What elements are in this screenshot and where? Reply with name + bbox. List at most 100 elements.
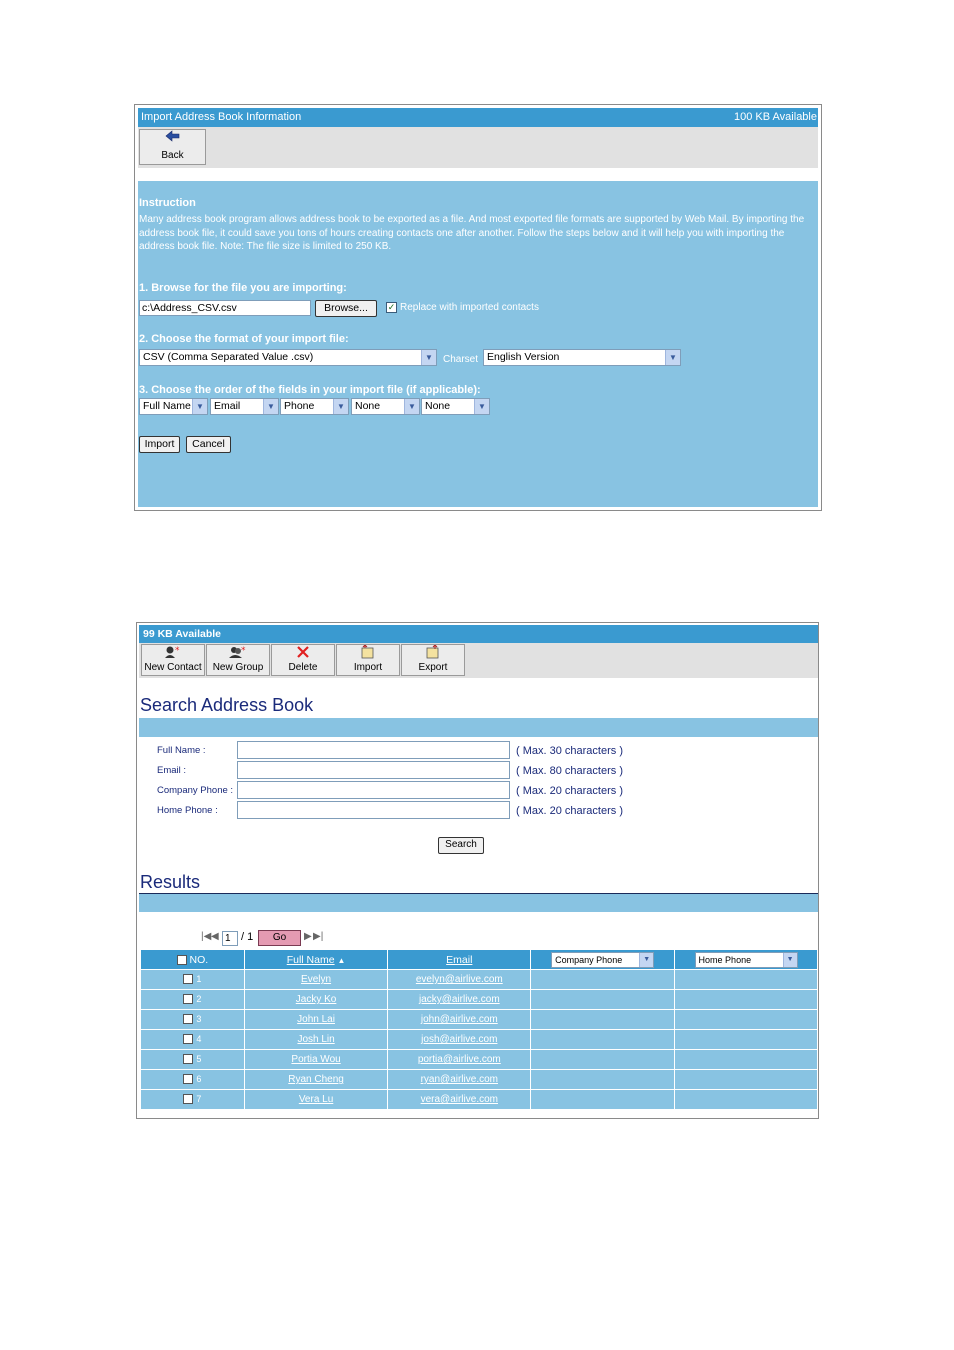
company-phone-cell <box>530 969 676 990</box>
field-order-select-3[interactable]: Phone ▼ <box>280 398 349 415</box>
new-contact-button[interactable]: * New Contact <box>141 644 205 676</box>
full-name-hint: ( Max. 30 characters ) <box>516 745 623 757</box>
format-select[interactable]: CSV (Comma Separated Value .csv) ▼ <box>139 349 437 366</box>
contact-name-link[interactable]: Portia Wou <box>291 1054 340 1065</box>
table-row: 7 Vera Lu vera@airlive.com <box>140 1089 818 1110</box>
search-bar-strip <box>139 718 818 737</box>
contact-email-link[interactable]: jacky@airlive.com <box>419 994 500 1005</box>
column-select-company-phone[interactable]: Company Phone ▼ <box>551 951 655 968</box>
company-phone-input[interactable] <box>237 781 510 799</box>
instruction-heading: Instruction <box>139 197 196 209</box>
column-select-value: Home Phone <box>698 954 752 965</box>
chevron-down-icon: ▼ <box>639 952 654 967</box>
page-total: / 1 <box>241 931 254 943</box>
new-group-button[interactable]: * New Group <box>206 644 270 676</box>
full-name-label: Full Name : <box>157 745 206 756</box>
new-group-label: New Group <box>212 662 264 673</box>
contact-name-link[interactable]: Josh Lin <box>297 1034 334 1045</box>
browse-button[interactable]: Browse... <box>315 300 377 317</box>
row-no-cell: 6 <box>140 1069 245 1090</box>
field-order-value: None <box>355 400 381 412</box>
import-header: Import Address Book Information 100 KB A… <box>138 108 818 127</box>
import-button[interactable]: Import <box>139 436 180 453</box>
row-checkbox[interactable] <box>183 994 194 1005</box>
table-row: 1 Evelyn evelyn@airlive.com <box>140 969 818 990</box>
field-order-select-2[interactable]: Email ▼ <box>210 398 279 415</box>
contact-email-link[interactable]: john@airlive.com <box>421 1014 498 1025</box>
svg-text:*: * <box>241 646 246 656</box>
contact-name-link[interactable]: Jacky Ko <box>296 994 337 1005</box>
home-phone-cell <box>674 1029 818 1050</box>
next-page-icon[interactable]: ▶ <box>304 931 312 942</box>
cancel-button[interactable]: Cancel <box>186 436 231 453</box>
charset-select[interactable]: English Version ▼ <box>483 349 681 366</box>
go-button[interactable]: Go <box>258 930 301 946</box>
row-checkbox[interactable] <box>183 1034 194 1045</box>
replace-checkbox[interactable]: ✓ <box>386 302 397 313</box>
select-all-checkbox[interactable] <box>176 954 187 965</box>
row-number: 4 <box>196 1034 202 1044</box>
row-number: 7 <box>196 1094 202 1104</box>
row-no-cell: 5 <box>140 1049 245 1070</box>
name-cell: Vera Lu <box>243 1089 389 1110</box>
table-row: 6 Ryan Cheng ryan@airlive.com <box>140 1069 818 1090</box>
sort-name-link[interactable]: Full Name <box>287 954 335 966</box>
home-phone-cell <box>674 989 818 1010</box>
contact-email-link[interactable]: vera@airlive.com <box>421 1094 498 1105</box>
file-path-input[interactable]: c:\Address_CSV.csv <box>139 300 311 316</box>
back-button[interactable]: Back <box>139 129 206 165</box>
email-hint: ( Max. 80 characters ) <box>516 765 623 777</box>
row-checkbox[interactable] <box>183 1074 194 1085</box>
email-cell: evelyn@airlive.com <box>387 969 532 990</box>
row-no-cell: 7 <box>140 1089 245 1110</box>
page-number-input[interactable]: 1 <box>222 931 238 946</box>
row-checkbox[interactable] <box>183 1054 194 1065</box>
charset-label: Charset <box>443 354 479 365</box>
row-no-cell: 2 <box>140 989 245 1010</box>
import-toolbar-button[interactable]: Import <box>336 644 400 676</box>
chevron-down-icon: ▼ <box>404 399 419 414</box>
delete-button[interactable]: Delete <box>271 644 335 676</box>
field-order-value: Full Name <box>143 400 191 412</box>
prev-page-icon[interactable]: ◀ <box>211 931 219 942</box>
contact-email-link[interactable]: josh@airlive.com <box>421 1034 497 1045</box>
contact-name-link[interactable]: Vera Lu <box>299 1094 333 1105</box>
first-page-icon[interactable]: |◀ <box>201 931 211 942</box>
col-email-header[interactable]: Email <box>387 949 532 970</box>
field-order-select-1[interactable]: Full Name ▼ <box>139 398 208 415</box>
email-cell: josh@airlive.com <box>387 1029 532 1050</box>
full-name-input[interactable] <box>237 741 510 759</box>
row-checkbox[interactable] <box>183 1014 194 1025</box>
home-phone-input[interactable] <box>237 801 510 819</box>
name-cell: Portia Wou <box>243 1049 389 1070</box>
import-toolbar: Back <box>138 127 818 168</box>
row-checkbox[interactable] <box>183 974 194 985</box>
contact-email-link[interactable]: portia@airlive.com <box>418 1054 501 1065</box>
search-button[interactable]: Search <box>438 837 484 854</box>
sort-email-link[interactable]: Email <box>446 954 472 966</box>
results-bar-strip <box>139 894 818 912</box>
step3-label: 3. Choose the order of the fields in you… <box>139 384 481 396</box>
name-cell: Josh Lin <box>243 1029 389 1050</box>
row-checkbox[interactable] <box>183 1094 194 1105</box>
delete-x-icon <box>272 645 334 662</box>
format-value: CSV (Comma Separated Value .csv) <box>143 351 314 363</box>
contact-name-link[interactable]: Evelyn <box>301 974 331 985</box>
export-button[interactable]: Export <box>401 644 465 676</box>
contact-email-link[interactable]: ryan@airlive.com <box>421 1074 498 1085</box>
row-no-cell: 3 <box>140 1009 245 1030</box>
contact-email-link[interactable]: evelyn@airlive.com <box>416 974 503 985</box>
email-cell: john@airlive.com <box>387 1009 532 1030</box>
email-input[interactable] <box>237 761 510 779</box>
contact-name-link[interactable]: John Lai <box>297 1014 335 1025</box>
row-no-cell: 1 <box>140 969 245 990</box>
contact-name-link[interactable]: Ryan Cheng <box>288 1074 344 1085</box>
col-name-header[interactable]: Full Name ▲ <box>243 949 389 970</box>
column-select-home-phone[interactable]: Home Phone ▼ <box>694 951 798 968</box>
row-number: 6 <box>196 1074 202 1084</box>
last-page-icon[interactable]: ▶| <box>313 931 323 942</box>
field-order-select-4[interactable]: None ▼ <box>351 398 420 415</box>
chevron-down-icon: ▼ <box>782 952 797 967</box>
field-order-select-5[interactable]: None ▼ <box>421 398 490 415</box>
row-number: 1 <box>196 974 202 984</box>
